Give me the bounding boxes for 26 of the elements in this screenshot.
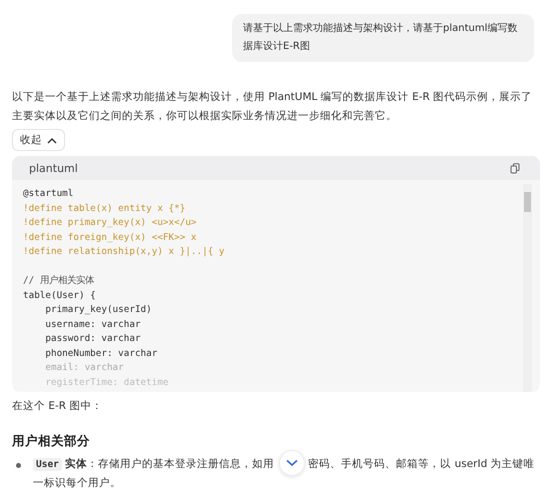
code-line: !define primary_key(x) <u>x</u>: [23, 216, 198, 230]
collapse-button[interactable]: 收起: [12, 129, 65, 151]
user-message: 请基于以上需求功能描述与架构设计，请基于plantuml编写数据库设计E-R图: [232, 14, 534, 62]
code-line: !define table(x) entity x {*}: [23, 202, 186, 216]
bullet-dot: [16, 463, 21, 468]
caret-icon: [47, 136, 57, 144]
chevron-down-icon: [286, 459, 298, 467]
code-line: password: varchar: [44, 332, 142, 346]
scroll-down-button[interactable]: [279, 450, 305, 476]
section-heading: 用户相关部分: [12, 433, 91, 450]
code-line: table(User) {: [23, 288, 97, 302]
code-line: registerTime: datetime: [44, 376, 170, 390]
code-line: @startuml: [23, 187, 74, 201]
scrollbar[interactable]: [523, 184, 532, 392]
copy-icon[interactable]: [510, 162, 520, 174]
code-line: !define foreign_key(x) <<FK>> x: [23, 230, 198, 244]
answer-paragraph: 以下是一个基于上述需求功能描述与架构设计，使用 PlantUML 编写的数据库设计 E-R 图代码示例，展示了主要实体以及它们之间的关系，你可以根据实际业务情况进一步细化和完善它。: [12, 90, 534, 124]
summary-text: 在这个 E-R 图中：: [12, 399, 104, 413]
code-line: // 用户相关实体: [23, 274, 95, 288]
code-line: !define relationship(x,y) x }|..|{ y: [23, 245, 226, 259]
code-line: phoneNumber: varchar: [44, 346, 158, 360]
code-line: email: varchar: [44, 361, 125, 375]
code-line: username: varchar: [44, 318, 142, 332]
code-language: plantuml: [29, 162, 78, 174]
bullet-text: User 实体：存储用户的基本登录注册信息，如用 密码、手机号码、邮箱等，以 userId 为主键唯一标识每个用户。: [33, 456, 536, 491]
code-line: primary_key(userId): [44, 303, 153, 317]
